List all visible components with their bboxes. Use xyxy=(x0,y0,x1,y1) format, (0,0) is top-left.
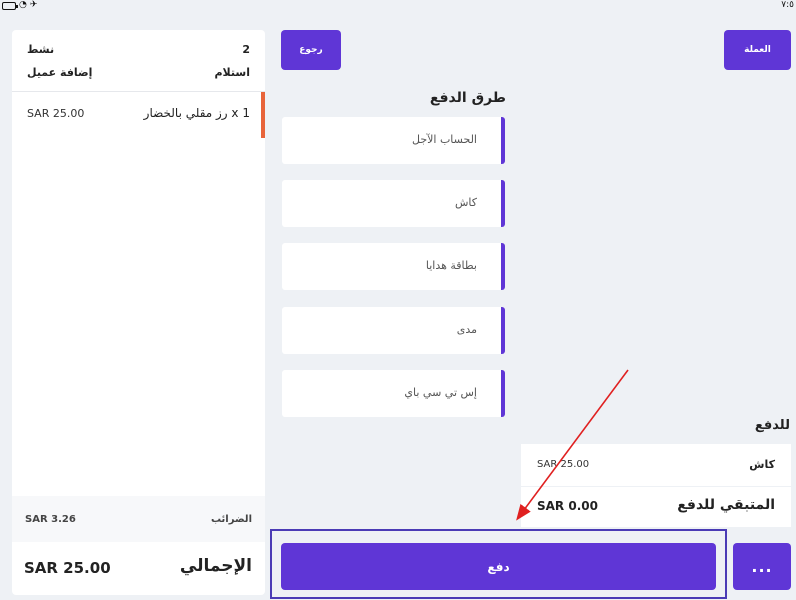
receive-type[interactable]: استلام xyxy=(215,66,251,79)
payment-summary-title: للدفع xyxy=(754,418,790,433)
payment-method-mada[interactable]: مدى xyxy=(282,307,505,354)
status-icons: ◔ ✈ xyxy=(2,0,37,10)
order-header: نشط 2 إضافة عميل استلام xyxy=(12,30,265,92)
payment-method-stc-pay[interactable]: إس تي سي باي xyxy=(282,370,505,417)
more-button[interactable]: ... xyxy=(733,543,791,590)
pay-button[interactable]: دفع xyxy=(281,543,716,590)
payment-method-cash[interactable]: كاش xyxy=(282,180,505,227)
payment-entry-amount: SAR 25.00 xyxy=(537,459,590,470)
tax-label: الضرائب xyxy=(210,514,252,525)
total-label: الإجمالي xyxy=(179,556,252,576)
remaining-row: SAR 0.00 المتبقي للدفع xyxy=(521,487,791,527)
payment-methods-title: طرق الدفع xyxy=(429,90,506,106)
line-price: SAR 25.00 xyxy=(27,107,85,120)
status-time: ٧:٥ xyxy=(781,0,794,10)
payment-method-label: الحساب الآجل xyxy=(412,133,477,146)
tax-row: SAR 3.26 الضرائب xyxy=(12,496,265,542)
line-name: 1 x رز مقلي بالخضار xyxy=(143,106,250,120)
airplane-icon: ✈ xyxy=(29,0,38,10)
payment-method-label: كاش xyxy=(454,196,477,209)
remaining-amount: SAR 0.00 xyxy=(537,499,598,513)
payment-method-label: مدى xyxy=(456,323,477,336)
currency-button[interactable]: العملة xyxy=(724,30,791,70)
tax-value: SAR 3.26 xyxy=(25,514,76,525)
order-count: 2 xyxy=(242,43,250,56)
battery-icon xyxy=(2,2,18,10)
payment-method-gift-card[interactable]: بطاقة هدايا xyxy=(282,243,505,290)
order-state: نشط xyxy=(27,43,55,56)
wifi-icon: ◔ xyxy=(19,0,27,10)
payment-method-deferred[interactable]: الحساب الآجل xyxy=(282,117,505,164)
back-button[interactable]: رجوع xyxy=(281,30,341,70)
line-selected-marker xyxy=(261,92,265,138)
total-row: SAR 25.00 الإجمالي xyxy=(12,542,265,595)
payment-method-label: إس تي سي باي xyxy=(404,386,477,399)
status-bar: ◔ ✈ ٧:٥ xyxy=(0,0,796,12)
total-value: SAR 25.00 xyxy=(24,559,111,577)
payment-entry-row[interactable]: SAR 25.00 كاش xyxy=(521,444,791,486)
payment-entry-method: كاش xyxy=(749,458,775,471)
payment-method-label: بطاقة هدايا xyxy=(425,259,477,272)
add-customer-button[interactable]: إضافة عميل xyxy=(27,66,92,79)
remaining-label: المتبقي للدفع xyxy=(677,497,775,513)
order-panel: نشط 2 إضافة عميل استلام SAR 25.00 1 x رز… xyxy=(12,30,265,595)
order-line-item[interactable]: SAR 25.00 1 x رز مقلي بالخضار xyxy=(12,92,265,138)
